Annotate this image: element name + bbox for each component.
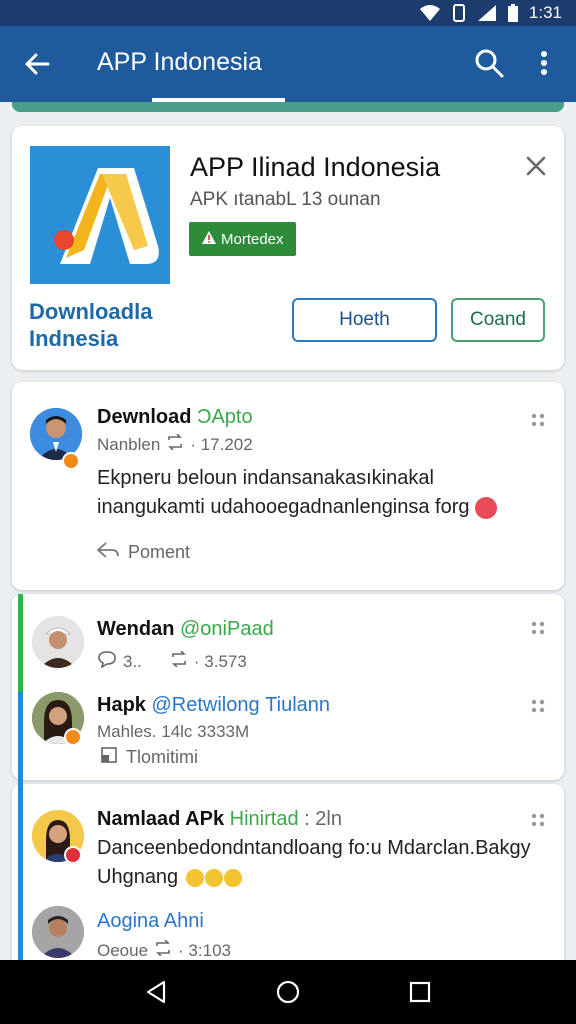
post-author[interactable]: Aogina Ahni (97, 910, 204, 933)
post-meta: 3.. · 3.573 (97, 650, 247, 673)
back-arrow-icon[interactable] (20, 46, 56, 82)
author-name: Hapk (97, 694, 146, 716)
close-icon[interactable] (522, 152, 550, 180)
repost-count: · 3.573 (193, 651, 247, 671)
repost-icon[interactable] (154, 939, 172, 961)
repost-count: · 3:103 (178, 940, 231, 960)
recents-nav-icon[interactable] (402, 974, 438, 1010)
notification-icon (64, 846, 82, 864)
avatar[interactable] (32, 906, 84, 958)
app-name: APP Ilinad Indonesia (190, 152, 441, 182)
author-name: Wendan (97, 618, 175, 640)
verified-icon (64, 728, 82, 746)
wifi-icon (419, 4, 441, 22)
post-time: : 2ln (304, 808, 342, 830)
author-handle[interactable]: @oniPaad (180, 618, 274, 640)
drag-handle-icon[interactable] (528, 410, 548, 430)
post-body-text: Danceenbedondntandloang fo:u Mdarclan.Ba… (97, 837, 531, 888)
warning-icon (201, 230, 217, 249)
comment-button[interactable]: Poment (96, 540, 190, 565)
repost-icon[interactable] (166, 433, 184, 455)
download-label: Downloadla Indnesia (29, 299, 153, 351)
post-author[interactable]: Dewnload ƆApto (97, 406, 253, 429)
post-body: Ekpneru beloun indansanakasıkinakal inan… (97, 464, 547, 522)
author-handle[interactable]: ƆApto (197, 406, 253, 428)
thread-line (18, 594, 23, 692)
meta-label: Nanblen (97, 434, 161, 454)
system-nav-bar (0, 960, 576, 1024)
post-body: Danceenbedondntandloang fo:u Mdarclan.Ba… (97, 834, 537, 892)
post-body-text: Ekpneru beloun indansanakasıkinakal inan… (97, 467, 470, 518)
badge-label: Mortedex (221, 230, 284, 248)
post-meta: Oeoue · 3:103 (97, 939, 231, 961)
meta-label: Oeoue (97, 940, 149, 960)
vibrate-icon (451, 3, 467, 23)
drag-handle-icon[interactable] (528, 618, 548, 638)
status-badge: Mortedex (189, 222, 296, 256)
author-handle[interactable]: Hinirtad (230, 808, 299, 830)
status-bar: 1:31 (0, 0, 576, 26)
drag-handle-icon[interactable] (528, 696, 548, 716)
author-name: Dewnload (97, 406, 192, 428)
app-card: APP Ilinad Indonesia APK ıtanabL 13 ouna… (12, 126, 564, 370)
app-logo[interactable] (30, 146, 170, 284)
post-meta: Mahles. 14lc 3333M (97, 722, 250, 741)
battery-icon (507, 3, 519, 23)
comment-label: Poment (128, 542, 191, 562)
author-name: Namlaad APk (97, 808, 225, 830)
meta-count: · 17.202 (190, 434, 253, 454)
avatar[interactable] (32, 616, 84, 668)
back-nav-icon[interactable] (138, 974, 174, 1010)
post-meta: Nanblen · 17.202 (97, 433, 253, 455)
signal-icon (477, 4, 497, 22)
primary-button[interactable]: Hoeth (292, 298, 437, 342)
author-handle-2[interactable]: Tiulann (265, 694, 330, 716)
repost-icon[interactable] (170, 650, 188, 672)
drag-handle-icon[interactable] (528, 810, 548, 830)
verified-icon (62, 452, 80, 470)
status-time: 1:31 (528, 3, 562, 22)
app-bar: APP Indonesia (0, 26, 576, 102)
app-subtitle: APK ıtanabL 13 ounan (190, 189, 381, 210)
secondary-button[interactable]: Coand (451, 298, 545, 342)
more-vert-icon[interactable] (530, 46, 558, 80)
thread-card: Wendan @oniPaad 3.. · 3.573 Hapk @Retwil… (12, 594, 564, 780)
reply-icon (96, 540, 120, 565)
tag-label: Tlomitimi (126, 747, 198, 767)
author-handle[interactable]: @Retwilong (151, 694, 259, 716)
page-title: APP Indonesia (97, 48, 262, 76)
post-author[interactable]: Hapk @Retwilong Tiulann (97, 694, 330, 717)
emoji-icon (184, 867, 244, 889)
comment-icon[interactable] (97, 650, 117, 673)
search-icon[interactable] (472, 46, 506, 80)
emoji-icon (475, 496, 498, 519)
bookmark-icon (100, 746, 118, 769)
post-card: Dewnload ƆApto Nanblen · 17.202 Ekpneru … (12, 382, 564, 590)
thread-line (18, 692, 23, 960)
home-nav-icon[interactable] (270, 974, 306, 1010)
post-author[interactable]: Namlaad APk Hinirtad : 2ln (97, 808, 342, 831)
thread-card: Namlaad APk Hinirtad : 2ln Danceenbedond… (12, 784, 564, 964)
header-strip (12, 102, 564, 112)
tag-button[interactable]: Tlomitimi (100, 746, 198, 769)
comment-count: 3.. (123, 651, 142, 671)
post-author[interactable]: Wendan @oniPaad (97, 618, 274, 641)
